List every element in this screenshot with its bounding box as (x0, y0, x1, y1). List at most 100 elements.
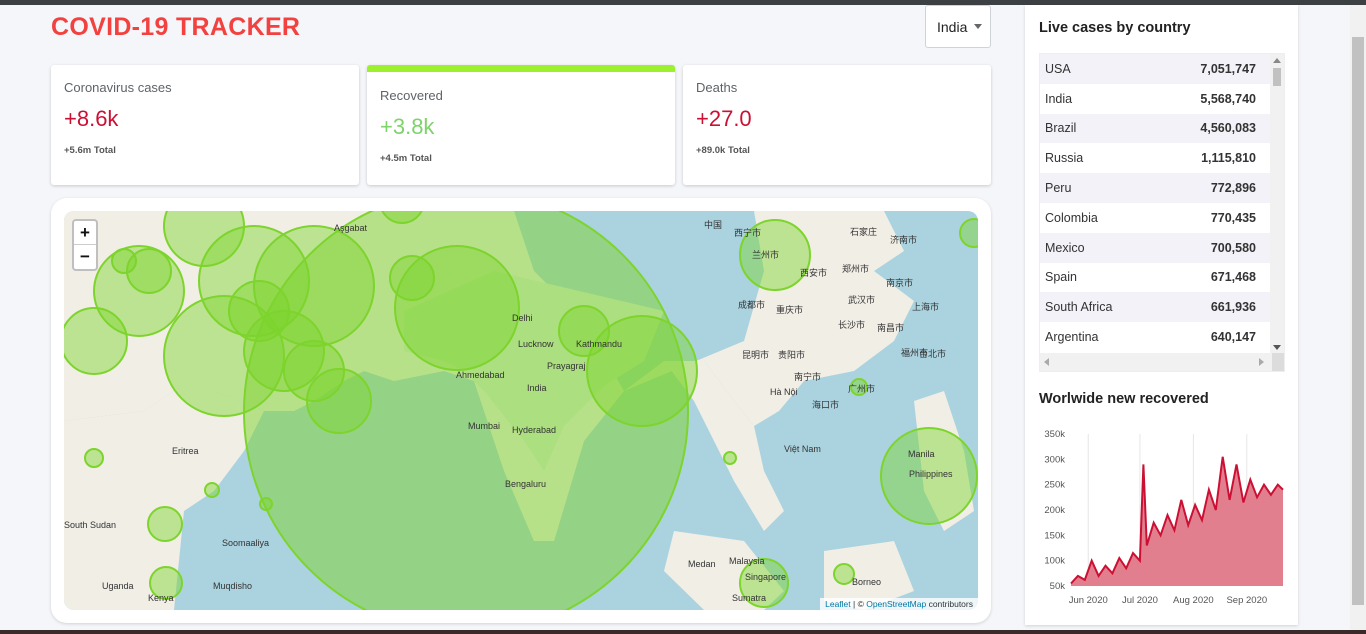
map-label: Hyderabad (512, 425, 557, 435)
page-scroll-thumb[interactable] (1352, 37, 1364, 605)
table-row: Peru 772,896 (1040, 173, 1272, 203)
recovered-card[interactable]: Recovered +3.8k +4.5m Total (367, 65, 675, 185)
map-label: India (527, 383, 547, 393)
map[interactable]: Aşgabat Delhi Lucknow Kathmandu Prayagra… (64, 211, 978, 610)
map-label: 昆明市 (742, 350, 770, 360)
country-cases: 5,568,740 (1200, 91, 1256, 106)
map-label: Delhi (512, 313, 533, 323)
map-label: 海口市 (812, 400, 840, 410)
map-label: Hà Nội (770, 387, 798, 397)
recovered-label: Recovered (380, 88, 443, 103)
sidebar: Live cases by country USA 7,051,747 India… (1025, 5, 1298, 625)
country-select[interactable]: India (925, 5, 991, 48)
table-row: Brazil 4,560,083 (1040, 113, 1272, 144)
map-label: 成都市 (738, 300, 766, 310)
country-name: Colombia (1045, 210, 1098, 225)
y-tick-label: 200k (1044, 505, 1065, 516)
table-horizontal-scrollbar[interactable] (1040, 353, 1284, 371)
country-name: Russia (1045, 151, 1084, 166)
map-attribution: Leaflet | © OpenStreetMap contributors (820, 598, 978, 610)
x-tick-label: Aug 2020 (1173, 595, 1214, 606)
scrollbar-corner (1272, 353, 1284, 371)
map-label: 贵阳市 (778, 350, 806, 360)
cases-card[interactable]: Coronavirus cases +8.6k +5.6m Total (51, 65, 359, 185)
deaths-value: +27.0 (696, 106, 752, 131)
table-row: Spain 671,468 (1040, 263, 1272, 293)
scroll-down-arrow-icon[interactable] (1273, 345, 1281, 350)
x-tick-label: Jul 2020 (1122, 595, 1158, 606)
map-label: Kenya (148, 593, 174, 603)
live-cases-table[interactable]: USA 7,051,747 India 5,568,740 Brazil 4,560,… (1039, 53, 1285, 372)
map-label: 南宁市 (794, 372, 822, 382)
scroll-thumb[interactable] (1273, 68, 1281, 86)
table-row: South Africa 661,936 (1040, 292, 1272, 323)
table-row: USA 7,051,747 (1040, 54, 1272, 84)
country-cases: 700,580 (1210, 240, 1256, 255)
scroll-left-arrow-icon[interactable] (1044, 358, 1049, 366)
deaths-total: +89.0k Total (696, 145, 750, 156)
map-label: Aşgabat (334, 223, 368, 233)
page-scrollbar[interactable] (1350, 5, 1366, 630)
map-label: 兰州市 (752, 250, 780, 260)
osm-link[interactable]: OpenStreetMap (866, 599, 926, 609)
map-label: Bengaluru (505, 479, 547, 489)
attribution-separator: | © (850, 599, 867, 609)
zoom-out-button[interactable]: − (74, 245, 96, 269)
map-label: Singapore (745, 572, 787, 582)
table-row: Colombia 770,435 (1040, 203, 1272, 233)
country-cases: 1,115,810 (1201, 151, 1256, 166)
map-label: Lucknow (518, 339, 554, 349)
map-label: Medan (688, 559, 716, 569)
map-label: 西宁市 (734, 228, 762, 238)
country-cases: 772,896 (1210, 181, 1256, 196)
map-label: Manila (908, 449, 935, 459)
map-label: Philippines (909, 469, 953, 479)
table-row: Argentina 640,147 (1040, 322, 1272, 352)
map-label: Muqdisho (213, 581, 253, 591)
scroll-up-arrow-icon[interactable] (1273, 58, 1281, 63)
country-cases: 661,936 (1210, 300, 1256, 315)
y-tick-label: 250k (1044, 480, 1065, 491)
table-vertical-scrollbar[interactable] (1270, 54, 1284, 354)
map-tiles (64, 211, 978, 610)
map-label: Kathmandu (576, 339, 623, 349)
y-tick-label: 350k (1044, 429, 1065, 440)
x-tick-label: Sep 2020 (1226, 595, 1267, 606)
map-label: 郑州市 (842, 264, 870, 274)
map-label: Uganda (102, 581, 134, 591)
map-label: 上海市 (912, 302, 940, 312)
zoom-in-button[interactable]: + (74, 221, 96, 245)
caret-down-icon (974, 24, 983, 29)
map-label: 南京市 (886, 278, 914, 288)
deaths-card[interactable]: Deaths +27.0 +89.0k Total (683, 65, 991, 185)
table-row: India 5,568,740 (1040, 84, 1272, 114)
leaflet-link[interactable]: Leaflet (825, 599, 851, 609)
app-title: COVID-19 TRACKER (51, 13, 301, 41)
recovered-value: +3.8k (380, 114, 435, 139)
map-label: 南昌市 (877, 323, 905, 333)
y-tick-label: 300k (1044, 454, 1065, 465)
country-select-value: India (937, 18, 968, 35)
map-label: 济南市 (890, 235, 918, 245)
table-row: Russia 1,115,810 (1040, 143, 1272, 173)
recovered-chart: 350k 300k 250k 200k 150k 100k 50k Jun 2020 Jul … (1044, 429, 1284, 606)
map-label: Malaysia (729, 556, 765, 566)
cases-total: +5.6m Total (64, 145, 116, 156)
y-tick-label: 100k (1044, 556, 1065, 567)
map-label: 广州市 (848, 384, 876, 394)
scroll-right-arrow-icon[interactable] (1259, 358, 1264, 366)
y-tick-label: 150k (1044, 530, 1065, 541)
country-name: India (1045, 91, 1073, 106)
x-tick-label: Jun 2020 (1069, 595, 1108, 606)
country-name: South Africa (1045, 300, 1113, 315)
map-label: South Sudan (64, 520, 117, 530)
attribution-text: contributors (926, 599, 973, 609)
y-tick-label: 50k (1050, 581, 1066, 592)
country-name: Peru (1045, 181, 1072, 196)
cases-label: Coronavirus cases (64, 80, 172, 95)
live-cases-title: Live cases by country (1039, 20, 1191, 36)
country-name: Spain (1045, 270, 1077, 285)
country-cases: 671,468 (1210, 270, 1256, 285)
zoom-control: + − (72, 219, 98, 271)
recovered-total: +4.5m Total (380, 153, 432, 164)
